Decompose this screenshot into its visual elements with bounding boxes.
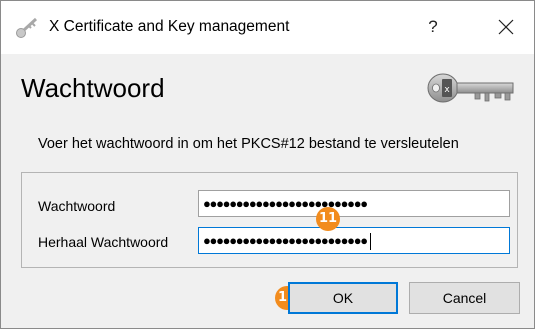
ok-button[interactable]: OK bbox=[288, 282, 398, 314]
close-icon[interactable] bbox=[486, 11, 526, 43]
title-bar: X Certificate and Key management ? bbox=[1, 1, 534, 54]
password-label: Wachtwoord bbox=[38, 198, 116, 214]
step-marker-11: 11 bbox=[316, 207, 340, 231]
help-button[interactable]: ? bbox=[413, 11, 453, 43]
repeat-password-value: ●●●●●●●●●●●●●●●●●●●●●●●●● bbox=[203, 233, 368, 248]
repeat-password-field[interactable]: ●●●●●●●●●●●●●●●●●●●●●●●●● bbox=[198, 227, 510, 254]
instruction-text: Voer het wachtwoord in om het PKCS#12 be… bbox=[38, 136, 459, 152]
key-icon: x bbox=[427, 73, 514, 103]
repeat-password-label: Herhaal Wachtwoord bbox=[38, 234, 169, 250]
text-caret bbox=[369, 233, 371, 251]
cancel-button[interactable]: Cancel bbox=[409, 282, 520, 314]
password-value: ●●●●●●●●●●●●●●●●●●●●●●●●● bbox=[203, 196, 368, 211]
key-icon bbox=[16, 17, 38, 38]
window-title: X Certificate and Key management bbox=[49, 18, 290, 35]
svg-text:x: x bbox=[444, 85, 450, 95]
dialog-window: X Certificate and Key management ? Wacht… bbox=[0, 0, 535, 329]
password-field[interactable]: ●●●●●●●●●●●●●●●●●●●●●●●●● bbox=[198, 190, 510, 217]
dialog-heading: Wachtwoord bbox=[21, 73, 165, 103]
